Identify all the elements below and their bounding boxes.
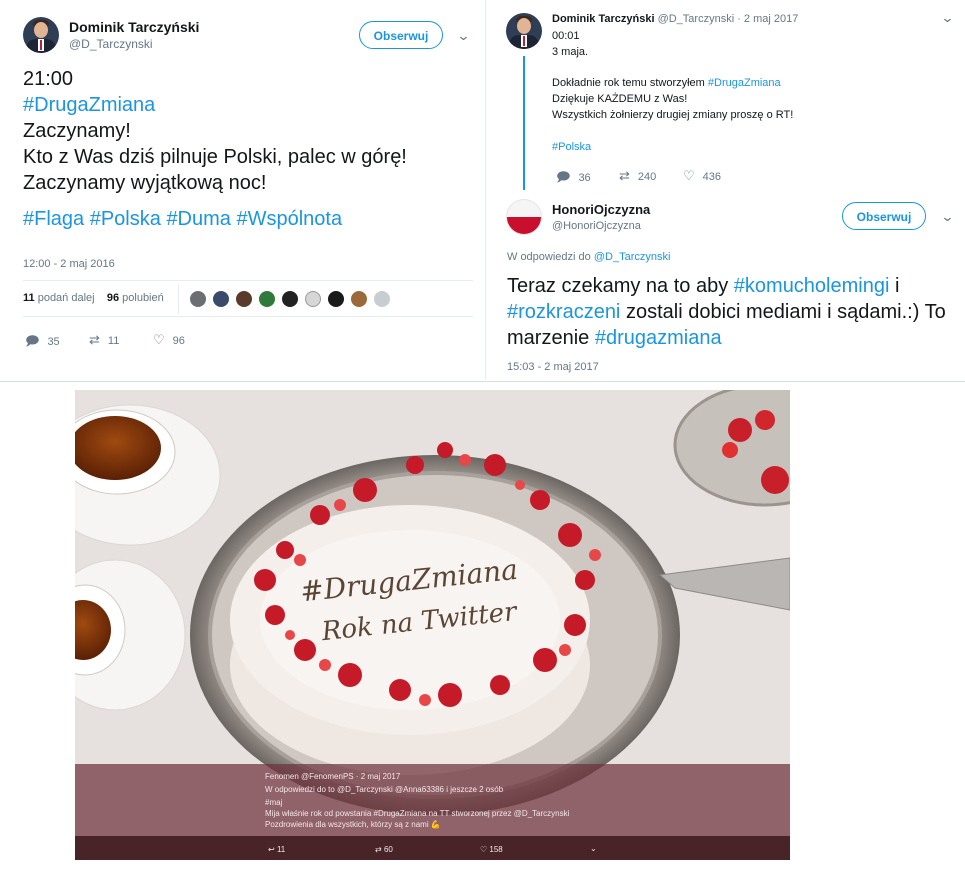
hashtag-link[interactable]: #Duma xyxy=(166,208,230,230)
tweet-date[interactable]: · 2 maj 2017 xyxy=(737,13,798,25)
author-handle[interactable]: @HonoriOjczyzna xyxy=(552,220,641,232)
retweet-button[interactable]: ⇄ 11 xyxy=(89,332,119,348)
reply-to-label: W odpowiedzi do xyxy=(507,251,591,263)
tweet-line: 3 maja. xyxy=(552,45,589,58)
hashtag-row: #Flaga #Polska #Duma #Wspólnota xyxy=(23,206,407,232)
timestamp[interactable]: 12:00 - 2 maj 2016 xyxy=(23,258,115,270)
liker-avatar[interactable] xyxy=(328,291,344,307)
like-count: 436 xyxy=(702,171,722,183)
tweet-line: 00:01 xyxy=(552,30,580,42)
chevron-down-icon[interactable]: ⌄ xyxy=(940,10,954,26)
likes-count[interactable]: 96 xyxy=(107,292,119,304)
avatar[interactable] xyxy=(506,13,542,49)
follow-button[interactable]: Obserwuj xyxy=(359,21,443,49)
retweets-label[interactable]: podań dalej xyxy=(38,292,95,304)
like-button[interactable]: ♡ 436 xyxy=(683,168,721,184)
author-name[interactable]: Dominik Tarczyński xyxy=(552,13,655,25)
liker-avatar[interactable] xyxy=(351,291,367,307)
divider xyxy=(178,284,179,314)
liker-avatar[interactable] xyxy=(259,291,275,307)
tweet-line: Kto z Was dziś pilnuje Polski, palec w g… xyxy=(23,146,407,168)
author-name[interactable]: HonoriOjczyzna xyxy=(552,202,650,217)
liker-avatar[interactable] xyxy=(282,291,298,307)
reply-button[interactable]: 🗩 36 xyxy=(556,168,591,190)
liker-avatar[interactable] xyxy=(236,291,252,307)
timestamp[interactable]: 15:03 - 2 maj 2017 xyxy=(507,361,599,373)
chevron-down-icon[interactable]: ⌄ xyxy=(456,28,470,44)
overlay-retweet-count: ⇄ 60 xyxy=(375,845,393,854)
section-divider xyxy=(0,381,965,382)
retweet-icon: ⇄ xyxy=(89,332,100,347)
heart-icon: ♡ xyxy=(683,168,695,183)
author-name[interactable]: Dominik Tarczyński xyxy=(69,19,199,35)
like-count: 96 xyxy=(172,335,185,347)
tweet-text: 21:00 #DrugaZmiana Zaczynamy! Kto z Was … xyxy=(23,66,407,232)
retweets-count[interactable]: 11 xyxy=(23,292,35,304)
liker-avatar[interactable] xyxy=(213,291,229,307)
tweet-text: 00:01 3 maja. Dokładnie rok temu stworzy… xyxy=(552,29,942,155)
hashtag-link[interactable]: #komucholemingi xyxy=(734,275,890,297)
hashtag-link[interactable]: #Flaga xyxy=(23,208,84,230)
retweet-count: 11 xyxy=(107,335,120,347)
reply-icon: 🗩 xyxy=(556,169,571,184)
tweet-line: Zaczynamy wyjątkową noc! xyxy=(23,172,267,194)
liker-avatar[interactable] xyxy=(374,291,390,307)
author-handle[interactable]: @D_Tarczynski xyxy=(69,37,153,51)
overlay-reply-count: ↩ 11 xyxy=(268,845,286,854)
retweet-button[interactable]: ⇄ 240 xyxy=(619,168,656,184)
hashtag-link[interactable]: #Wspólnota xyxy=(236,208,342,230)
overlay-line: Mija właśnie rok od powstania #DrugaZmia… xyxy=(265,809,570,818)
tweet-line: Zaczynamy! xyxy=(23,120,131,142)
tweet-text: Teraz czekamy na to aby #komucholemingi … xyxy=(507,275,946,349)
chevron-down-icon[interactable]: ⌄ xyxy=(940,209,954,225)
hashtag-link[interactable]: #drugazmiana xyxy=(595,327,722,349)
hashtag-link[interactable]: #DrugaZmiana xyxy=(23,92,407,118)
divider xyxy=(23,280,473,281)
engagement-stats: 11 podań dalej 96 polubień xyxy=(23,292,164,304)
hashtag-link[interactable]: #DrugaZmiana xyxy=(708,77,781,89)
hashtag-link[interactable]: #Polska xyxy=(90,208,161,230)
reply-icon: 🗩 xyxy=(25,333,40,348)
tweet-header: Dominik Tarczyński @D_Tarczynski · 2 maj… xyxy=(552,13,798,25)
reply-count: 36 xyxy=(578,172,591,184)
tweet-line: 21:00 xyxy=(23,68,74,90)
avatar[interactable] xyxy=(23,17,59,53)
liker-avatar[interactable] xyxy=(190,291,206,307)
cake-photo: #DrugaZmiana Rok na Twitter Fenomen @Fen… xyxy=(75,390,790,860)
hashtag-link[interactable]: #rozkraczeni xyxy=(507,301,620,323)
divider xyxy=(23,316,473,317)
overlay-action-bar xyxy=(75,836,790,860)
reply-count: 35 xyxy=(47,336,60,348)
like-button[interactable]: ♡ 96 xyxy=(153,332,185,348)
follow-button[interactable]: Obserwuj xyxy=(842,202,926,230)
thread-line xyxy=(523,56,525,190)
overlay-line: Pozdrowienia dla wszystkich, którzy są z… xyxy=(265,820,441,829)
likes-label[interactable]: polubień xyxy=(122,292,164,304)
retweet-count: 240 xyxy=(637,171,657,183)
tweet-line: Wszystkich żołnierzy drugiej zmiany pros… xyxy=(552,108,794,121)
mention-link[interactable]: @D_Tarczynski xyxy=(594,251,671,263)
tweet-line: Dziękuje KAŻDEMU z Was! xyxy=(552,93,688,106)
liker-avatar[interactable] xyxy=(305,291,321,307)
pane-divider xyxy=(485,0,486,380)
heart-icon: ♡ xyxy=(153,332,165,347)
overlay-author: Fenomen @FenomenPS · 2 maj 2017 xyxy=(265,772,401,781)
retweet-icon: ⇄ xyxy=(619,168,630,183)
overlay-line: #maj xyxy=(265,798,283,807)
overlay-reply: W odpowiedzi do to @D_Tarczynski @Anna63… xyxy=(265,785,504,794)
tweet-line: Dokładnie rok temu stworzyłem #DrugaZmia… xyxy=(552,77,781,90)
chevron-down-icon: ⌄ xyxy=(590,844,597,853)
author-handle[interactable]: @D_Tarczynski xyxy=(658,13,735,25)
hashtag-link[interactable]: #Polska xyxy=(552,140,942,156)
reply-context: W odpowiedzi do @D_Tarczynski xyxy=(507,251,670,263)
avatar[interactable] xyxy=(506,199,542,235)
reply-button[interactable]: 🗩 35 xyxy=(25,332,60,354)
overlay-like-count: ♡ 158 xyxy=(480,845,503,854)
